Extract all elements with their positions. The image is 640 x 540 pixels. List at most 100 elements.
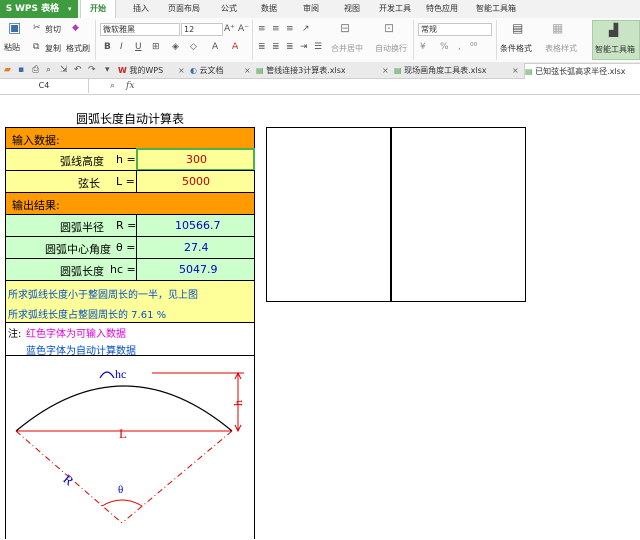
arc-height-value: 300 [186,153,207,166]
copy-button[interactable]: 复制 [45,43,61,54]
tab-review[interactable]: 审阅 [303,0,319,18]
divider [252,20,253,60]
font-size-select[interactable]: 12 [181,23,223,36]
fill-color-icon[interactable]: ◈ [172,41,179,53]
bold-icon[interactable]: B [104,41,111,53]
redo-icon[interactable]: ↷ [88,64,96,76]
hc-label: hc [115,367,126,381]
notes-cell[interactable]: 所求弧线长度小于整圆周长的一半，见上图 所求弧线长度占整圆周长的 7.61 % [5,280,255,323]
h-symbol: h = [116,153,136,166]
tab-my-wps[interactable]: W 我的WPS [118,63,163,78]
tab-formulas[interactable]: 公式 [221,0,237,18]
angle-output[interactable]: 27.4 [136,236,255,259]
chord-input[interactable]: 5000 [136,170,255,193]
tab-special[interactable]: 特色应用 [426,0,458,18]
arc-height-input[interactable]: 300 [136,148,255,171]
chevron-down-icon[interactable]: ▾ [105,64,110,76]
align-right-icon[interactable]: ≣ [286,41,294,53]
legend-prefix: 注: [8,329,22,340]
align-middle-icon[interactable]: ≡ [272,23,280,35]
font-name-select[interactable]: 微软雅黑 [100,23,180,36]
output-header-cell[interactable]: 输出结果: [5,192,255,215]
menu-bar: S WPS 表格 ▾ 开始 插入 页面布局 公式 数据 审阅 视图 开发工具 特色… [0,0,640,19]
radius-label-cell[interactable]: 圆弧半径 R = [5,214,137,237]
percent-icon[interactable]: % [440,41,449,53]
hc-arc-mark [99,371,115,379]
orientation-icon[interactable]: ↗ [302,23,310,35]
tab-view[interactable]: 视图 [344,0,360,18]
close-icon[interactable]: × [178,63,185,78]
italic-icon[interactable]: I [120,41,123,53]
tab-page-layout[interactable]: 页面布局 [168,0,200,18]
empty-box-right[interactable] [390,127,526,302]
wrap-text-button[interactable]: 自动换行 [375,43,407,54]
legend-red: 红色字体为可输入数据 [26,329,126,340]
angle-value: 27.4 [184,241,209,254]
font-shrink-icon[interactable]: A⁻ [238,23,249,35]
chevron-down-icon: ▾ [68,5,72,13]
sheet-icon: ▤ [256,66,264,75]
cut-button[interactable]: 剪切 [45,24,61,35]
open-folder-icon[interactable]: ▰ [4,64,11,76]
empty-box-left[interactable] [266,127,392,302]
indent-icon[interactable]: ⇥ [300,41,308,53]
font-grow-icon[interactable]: A⁺ [224,23,235,35]
number-format-select[interactable]: 常规 [418,23,492,36]
input-header-cell[interactable]: 输入数据: [5,127,255,149]
font-color-icon[interactable]: A [212,41,218,53]
format-painter-button[interactable]: 格式刷 [66,43,90,54]
conditional-format-button[interactable]: 条件格式 [500,43,532,54]
chord-label-cell[interactable]: 弦长 L = [5,170,137,193]
cell-name-box[interactable]: C4 [0,79,89,93]
smart-toolbox-button[interactable]: ▟ 智能工具箱 [592,20,640,60]
tab-active-sheet[interactable]: ▤ 已知弦长弧高求半径.xlsx [524,63,640,79]
merge-center-button[interactable]: 合并居中 [331,43,363,54]
tab-pipeline-sheet[interactable]: ▤ 管线连接3计算表.xlsx [256,63,346,78]
comma-icon[interactable]: , [458,41,461,53]
close-icon[interactable]: × [382,63,389,78]
arc-length-label-cell[interactable]: 圆弧长度 hc = [5,258,137,281]
radius-output[interactable]: 10566.7 [136,214,255,237]
close-icon[interactable]: × [244,63,251,78]
align-center-icon[interactable]: ≣ [272,41,280,53]
undo-icon[interactable]: ↶ [74,64,82,76]
justify-icon[interactable]: ☰ [314,41,322,53]
tab-data[interactable]: 数据 [261,0,277,18]
arc-length-output[interactable]: 5047.9 [136,258,255,281]
tab-cloud-docs[interactable]: ◐ 云文档 [190,63,224,78]
currency-icon[interactable]: ¥ [420,41,426,53]
legend-cell[interactable]: 注: 红色字体为可输入数据 蓝色字体为自动计算数据 [5,322,255,357]
function-icon[interactable]: fx [126,80,134,92]
export-icon[interactable]: ⇲ [60,64,68,76]
print-icon[interactable]: ⎙ [32,64,39,76]
tab-insert[interactable]: 插入 [133,0,149,18]
close-icon[interactable]: × [512,63,519,78]
align-left-icon[interactable]: ≣ [258,41,266,53]
align-top-icon[interactable]: ≡ [258,23,266,35]
tab-angle-tool-sheet[interactable]: ▤ 现场画角度工具表.xlsx [394,63,487,78]
copy-icon: ⧉ [33,42,40,52]
align-bottom-icon[interactable]: ≡ [286,23,294,35]
app-menu-button[interactable]: S WPS 表格 ▾ [0,0,78,18]
zoom-icon[interactable]: ⌕ [110,80,115,92]
paste-button[interactable]: 粘贴 [4,42,20,53]
arc-height-label-cell[interactable]: 弧线高度 h = [5,148,137,171]
print-preview-icon[interactable]: ⌕ [46,64,51,76]
tab-home[interactable]: 开始 [80,0,116,18]
paste-icon[interactable]: ▣ [8,21,21,35]
border-icon[interactable]: ⊞ [152,41,160,53]
angle-label-cell[interactable]: 圆弧中心角度 θ = [5,236,137,259]
underline-icon[interactable]: U [135,41,142,53]
save-icon[interactable]: ▪ [18,64,24,76]
formula-input[interactable] [142,80,638,92]
tab-developer[interactable]: 开发工具 [379,0,411,18]
diagram-cell: hc L R θ h [5,355,255,539]
tab-smart-toolbox[interactable]: 智能工具箱 [476,0,516,18]
eraser-icon[interactable]: ◆ [72,22,79,34]
conditional-format-icon: ▤ [512,21,524,35]
hc-symbol: hc = [110,263,136,276]
decimal-inc-icon[interactable]: ⁰⁰ [470,41,477,53]
table-style-button[interactable]: 表格样式 [545,43,577,54]
clear-format-icon[interactable]: A̶ [232,41,238,53]
fill-bucket-icon[interactable]: ◇ [190,41,197,53]
